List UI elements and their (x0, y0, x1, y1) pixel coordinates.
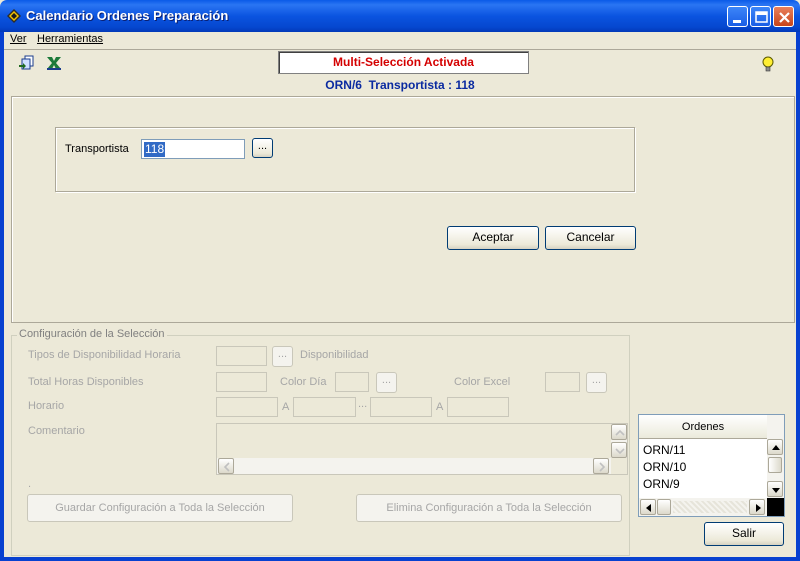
color-dia-swatch[interactable] (335, 372, 369, 392)
copy-records-button[interactable] (18, 54, 36, 72)
comentario-scroll-left-button[interactable] (218, 458, 234, 474)
export-excel-button[interactable] (45, 54, 63, 72)
horario-to-2-input[interactable] (447, 397, 509, 417)
exit-label: Salir (731, 526, 756, 540)
window-frame-bottom (0, 557, 800, 561)
ordenes-hscroll-track[interactable] (673, 501, 747, 513)
cancel-button[interactable]: Cancelar (545, 226, 636, 250)
ordenes-vscroll[interactable] (767, 415, 784, 499)
horario-separator: ... (358, 398, 368, 410)
total-horas-input[interactable] (216, 372, 267, 392)
list-item[interactable]: ORN/10 (643, 460, 686, 474)
comentario-hscroll[interactable] (217, 458, 611, 474)
accept-button[interactable]: Aceptar (447, 226, 539, 250)
arrow-left-icon (646, 504, 651, 512)
menu-herramientas-label: Herramientas (37, 33, 104, 45)
chevron-right-icon (599, 462, 606, 472)
ordenes-scroll-thumb[interactable] (768, 457, 782, 473)
maximize-icon (755, 11, 768, 23)
ordenes-scroll-corner (767, 498, 784, 516)
horario-to-1-input[interactable] (293, 397, 356, 417)
multi-selection-banner: Multi-Selección Activada (278, 51, 529, 74)
excel-icon (47, 57, 61, 70)
arrow-up-icon (772, 445, 780, 450)
horario-a2-label: A (436, 401, 444, 413)
comentario-scroll-right-button[interactable] (593, 458, 609, 474)
cancel-label: Cancelar (566, 230, 615, 244)
ordenes-column-header[interactable]: Ordenes (639, 415, 767, 439)
color-dia-label: Color Día (280, 376, 327, 388)
app-icon[interactable] (6, 8, 22, 24)
order-status-line: ORN/6 Transportista : 118 (325, 78, 475, 92)
window-frame-right (796, 32, 800, 561)
menu-separator (4, 49, 796, 50)
menu-bar (4, 32, 796, 49)
chevron-up-icon (615, 429, 625, 436)
transportista-input[interactable]: 118 (141, 139, 245, 159)
ordenes-hscroll[interactable] (639, 498, 767, 516)
color-dia-lookup-button[interactable]: ... (376, 372, 397, 393)
menu-ver[interactable]: Ver (10, 33, 27, 45)
tipos-input[interactable] (216, 346, 267, 366)
window-title: Calendario Ordenes Preparación (26, 8, 229, 23)
horario-from-2-input[interactable] (370, 397, 432, 417)
lightbulb-icon (762, 56, 774, 72)
horario-from-1-input[interactable] (216, 397, 278, 417)
config-legend: Configuración de la Selección (17, 328, 167, 340)
horario-a1-label: A (282, 401, 290, 413)
minimize-button[interactable] (727, 6, 748, 27)
menu-herramientas[interactable]: Herramientas (37, 33, 103, 45)
comentario-scroll-up-button[interactable] (611, 424, 627, 440)
accept-label: Aceptar (472, 230, 514, 244)
ordenes-scroll-down-button[interactable] (767, 481, 783, 497)
list-item[interactable]: ORN/11 (643, 443, 685, 457)
chevron-left-icon (223, 462, 230, 472)
tip-button[interactable] (759, 55, 777, 73)
comentario-label: Comentario (28, 425, 85, 437)
comentario-vscroll[interactable] (611, 424, 627, 458)
horario-label: Horario (28, 400, 65, 412)
copy-records-icon (19, 55, 34, 70)
disponibilidad-label: Disponibilidad (300, 349, 369, 361)
save-config-all-button[interactable]: Guardar Configuración a Toda la Selecció… (27, 494, 293, 522)
color-excel-label: Color Excel (454, 376, 511, 388)
arrow-down-icon (772, 488, 780, 493)
arrow-right-icon (756, 504, 761, 512)
close-button[interactable] (773, 6, 794, 27)
ordenes-hscroll-thumb[interactable] (657, 499, 671, 515)
delete-config-all-button[interactable]: Elimina Configuración a Toda la Selecció… (356, 494, 622, 522)
menu-ver-label: Ver (10, 33, 27, 45)
window-frame-left (0, 32, 4, 561)
comentario-scroll-down-button[interactable] (611, 442, 627, 458)
exit-button[interactable]: Salir (704, 522, 784, 546)
transportista-value: 118 (144, 142, 166, 157)
ordenes-scroll-up-button[interactable] (767, 439, 783, 455)
tipos-lookup-button[interactable]: ... (272, 346, 293, 367)
ordenes-scroll-right-button[interactable] (749, 499, 765, 515)
chevron-down-icon (615, 448, 625, 455)
total-horas-label: Total Horas Disponibles (28, 376, 144, 388)
tipos-label: Tipos de Disponibilidad Horaria (28, 349, 181, 361)
maximize-button[interactable] (750, 6, 771, 27)
color-excel-swatch[interactable] (545, 372, 580, 392)
config-dot: . (28, 478, 32, 490)
list-item[interactable]: ORN/9 (643, 477, 680, 491)
close-icon (779, 12, 790, 23)
ordenes-scroll-left-button[interactable] (640, 499, 656, 515)
transportista-label: Transportista (65, 143, 129, 155)
color-excel-lookup-button[interactable]: ... (586, 372, 607, 393)
minimize-icon (733, 20, 741, 23)
transportista-group (55, 127, 635, 192)
transportista-lookup-button[interactable]: ... (252, 138, 273, 158)
